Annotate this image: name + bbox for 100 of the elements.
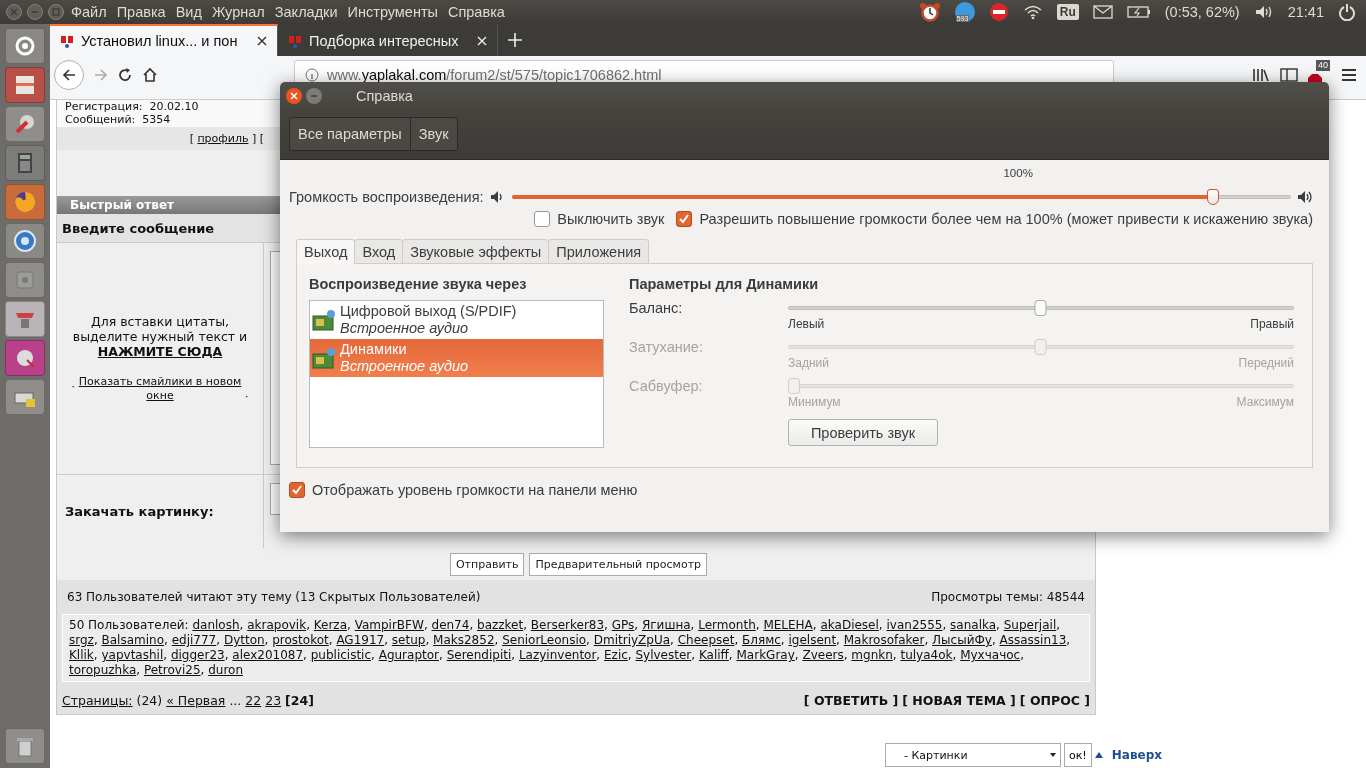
launcher-button[interactable] — [5, 340, 45, 376]
topic-action-link[interactable]: [ ОТВЕТИТЬ ] — [803, 692, 899, 708]
top-link[interactable]: Наверх — [1111, 748, 1162, 762]
user-link[interactable]: Ezic — [604, 648, 628, 662]
volume-icon[interactable] — [1253, 4, 1274, 20]
test-sound-button[interactable]: Проверить звук — [788, 419, 938, 446]
page-link[interactable]: 22 — [245, 692, 262, 708]
user-link[interactable]: digger23 — [170, 648, 225, 662]
tab[interactable]: Выход — [296, 239, 356, 264]
menu-item[interactable]: Вид — [170, 4, 207, 20]
user-link[interactable]: Berserker83 — [530, 618, 605, 632]
quote-link[interactable]: НАЖМИТЕ СЮДА — [97, 343, 223, 359]
wifi-icon[interactable] — [1022, 4, 1043, 20]
battery-icon[interactable] — [1126, 5, 1151, 19]
new-tab-icon[interactable] — [508, 33, 522, 47]
close-icon[interactable] — [257, 36, 267, 46]
user-link[interactable]: AG1917 — [336, 633, 385, 647]
launcher-button[interactable] — [5, 28, 45, 64]
menu-item[interactable]: Справка — [443, 4, 510, 20]
user-link[interactable]: Kllik — [69, 648, 94, 662]
slider[interactable] — [788, 378, 1294, 394]
user-link[interactable]: mgnkn — [851, 648, 893, 662]
launcher-button[interactable] — [5, 728, 45, 764]
user-link[interactable]: VampirBFW — [354, 618, 424, 632]
tab[interactable]: Приложения — [548, 239, 650, 264]
form-button[interactable]: Отправить — [449, 552, 525, 576]
user-link[interactable]: Ягишна — [641, 618, 691, 632]
user-link[interactable]: MarkGray — [736, 648, 795, 662]
profile-link[interactable]: профиль — [197, 132, 249, 145]
sidebar-icon[interactable] — [1280, 67, 1298, 83]
tab[interactable]: Звуковые эффекты — [402, 239, 550, 264]
breadcrumb-button[interactable]: Все параметры — [290, 118, 411, 150]
launcher-button[interactable] — [5, 223, 45, 259]
slider[interactable] — [788, 300, 1294, 316]
launcher-button[interactable] — [5, 379, 45, 415]
user-link[interactable]: Lazyinventor — [518, 648, 597, 662]
menu-icon[interactable] — [1340, 67, 1358, 83]
breadcrumb-button[interactable]: Звук — [410, 118, 457, 150]
tab[interactable]: Вход — [354, 239, 404, 264]
device-item[interactable]: Цифровой выход (S/PDIF) Встроенное аудио — [310, 301, 603, 339]
smileys-link[interactable]: Показать смайлики в новом окне — [78, 374, 242, 404]
menu-item[interactable]: Инструменты — [342, 4, 443, 20]
page-link[interactable]: « Первая — [166, 692, 226, 708]
checkbox[interactable]: Разрешить повышение громкости более чем на 100% (может привести к искажению звука) — [676, 211, 1313, 227]
library-icon[interactable] — [1252, 67, 1270, 83]
user-link[interactable]: duron — [208, 663, 244, 677]
user-link[interactable]: Kaliff — [698, 648, 729, 662]
user-link[interactable]: Lermonth — [698, 618, 756, 632]
user-link[interactable]: Makrosofaker — [843, 633, 925, 647]
adblock-button[interactable]: 40 — [1308, 60, 1330, 90]
alarm-clock-icon[interactable] — [918, 2, 941, 22]
user-link[interactable]: Sylvester — [635, 648, 692, 662]
topic-action-link[interactable]: [ ОПРОС ] — [1019, 692, 1090, 708]
keyboard-layout-indicator[interactable]: Ru — [1056, 4, 1079, 20]
slider[interactable] — [788, 339, 1294, 355]
user-link[interactable]: Maks2852 — [433, 633, 495, 647]
launcher-button[interactable] — [5, 145, 45, 181]
mail-icon[interactable] — [1092, 5, 1113, 19]
page-link[interactable]: Страницы: — [62, 692, 133, 708]
menu-item[interactable]: Файл — [66, 4, 112, 20]
forum-jump-select[interactable]: - Картинки — [885, 743, 1061, 767]
user-link[interactable]: alex201087 — [232, 648, 304, 662]
page-link[interactable]: 23 — [265, 692, 282, 708]
user-link[interactable]: Petrovi25 — [143, 663, 201, 677]
user-link[interactable]: ЛысыйФу — [932, 633, 992, 647]
user-link[interactable]: danlosh — [192, 618, 240, 632]
user-link[interactable]: Aguraptor — [378, 648, 439, 662]
minimize-button[interactable] — [27, 4, 43, 20]
launcher-button[interactable] — [5, 106, 45, 142]
stop-icon[interactable] — [988, 2, 1009, 22]
menu-item[interactable]: Закладки — [269, 4, 343, 20]
clock[interactable]: 21:41 — [1287, 4, 1324, 20]
user-link[interactable]: srgz — [69, 633, 94, 647]
user-link[interactable]: Kerza — [313, 618, 347, 632]
launcher-button[interactable] — [5, 184, 45, 220]
power-icon[interactable] — [1338, 3, 1356, 21]
browser-tab[interactable]: Установил linux... и пон — [50, 24, 278, 56]
menu-item[interactable]: Журнал — [206, 4, 270, 20]
go-button[interactable]: ок! — [1064, 743, 1092, 767]
volume-slider[interactable] — [511, 189, 1291, 205]
user-link[interactable]: edji777 — [171, 633, 217, 647]
close-button[interactable] — [286, 87, 302, 104]
checkbox[interactable]: Отображать уровень громкости на панели меню — [289, 482, 1313, 498]
user-link[interactable]: prostokot — [272, 633, 329, 647]
reload-icon[interactable] — [118, 68, 132, 82]
form-button[interactable]: Предварительный просмотр — [529, 552, 708, 576]
back-button[interactable] — [54, 60, 84, 90]
menu-item[interactable]: Правка — [111, 4, 171, 20]
launcher-button[interactable] — [5, 67, 45, 103]
user-link[interactable]: akaDiesel — [820, 618, 879, 632]
user-link[interactable]: Блямс — [742, 633, 781, 647]
topic-action-link[interactable]: [ НОВАЯ ТЕМА ] — [902, 692, 1016, 708]
user-link[interactable]: Zveers — [802, 648, 844, 662]
checkbox[interactable]: Выключить звук — [534, 211, 665, 227]
user-link[interactable]: sanalka — [950, 618, 997, 632]
user-link[interactable]: DmitriyZpUa — [593, 633, 671, 647]
maximize-button[interactable] — [48, 4, 64, 20]
user-link[interactable]: Dytton — [223, 633, 265, 647]
user-link[interactable]: MELEHA — [763, 618, 813, 632]
slider-thumb[interactable] — [1034, 300, 1047, 316]
